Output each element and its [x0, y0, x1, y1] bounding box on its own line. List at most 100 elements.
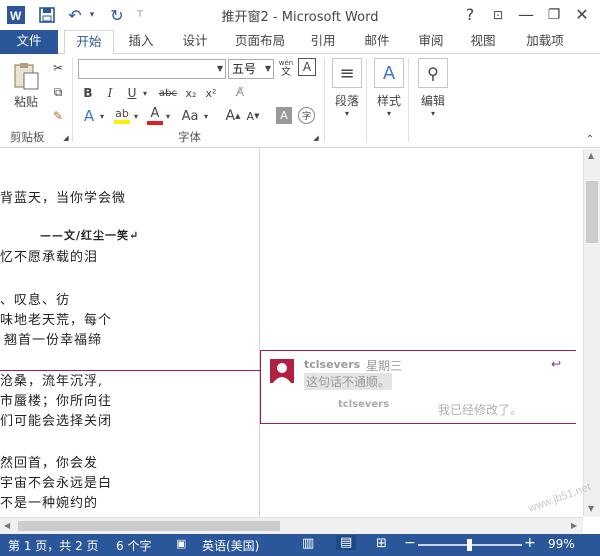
reply-text[interactable]: 我已经修改了。 [438, 401, 522, 418]
tab-addins[interactable]: 加载项 [516, 30, 574, 54]
doc-line: 市蜃楼；你所向往 [0, 394, 113, 409]
paragraph-dropdown-icon: ▾ [344, 109, 349, 118]
horizontal-scrollbar[interactable]: ◀ ▶ [0, 517, 583, 534]
clipboard-group-label: 剪贴板 [10, 130, 45, 144]
format-painter-icon[interactable]: ✎ [48, 106, 68, 126]
paste-button[interactable]: 粘贴 [8, 60, 44, 110]
highlight-dropdown-icon[interactable]: ▾ [132, 106, 140, 126]
comment-text[interactable]: 这句话不通顺。 [304, 373, 393, 390]
comment-day: 星期三 [366, 359, 403, 373]
font-color-dropdown-icon[interactable]: ▾ [164, 106, 172, 126]
doc-line: ——文/红尘一笑↵ [40, 229, 140, 242]
shrink-font-button[interactable]: A ▼ [244, 106, 262, 126]
change-case-button[interactable]: Aa [178, 106, 202, 126]
font-group-label: 字体 [178, 130, 201, 144]
proofing-icon[interactable]: ▣ [176, 537, 186, 550]
change-case-dropdown-icon[interactable]: ▾ [202, 106, 210, 126]
help-button[interactable]: ? [456, 4, 484, 26]
zoom-out-button[interactable]: − [404, 535, 416, 551]
editing-button[interactable]: ⚲ 编辑 ▾ [414, 58, 452, 118]
tab-references[interactable]: 引用 [302, 30, 344, 54]
zoom-slider-thumb[interactable] [467, 539, 472, 551]
comment-author: tclsevers [304, 358, 361, 371]
styles-button[interactable]: A 样式 ▾ [370, 58, 408, 118]
copy-icon[interactable]: ⧉ [48, 82, 68, 102]
styles-dropdown-icon: ▾ [386, 109, 391, 118]
doc-line: 不是一种婉约的 [0, 496, 99, 511]
font-launcher-icon[interactable]: ◢ [312, 134, 320, 142]
paragraph-icon: ≡ [332, 58, 362, 88]
web-layout-icon[interactable]: ⊞ [376, 536, 387, 551]
document-area[interactable]: 背蓝天，当你学会微 ——文/红尘一笑↵ 忆不愿承载的泪 、叹息、彷 味地老天荒，… [0, 149, 583, 517]
doc-line: 翘首一份幸福缔 [4, 333, 103, 348]
tab-design[interactable]: 设计 [174, 30, 216, 54]
char-border-icon[interactable]: A [298, 58, 316, 76]
horizontal-scroll-thumb[interactable] [18, 521, 280, 531]
restore-button[interactable]: ❐ [540, 4, 568, 26]
paste-label: 粘贴 [13, 94, 38, 109]
char-shading-icon[interactable]: A [276, 107, 292, 124]
text-effects-dropdown-icon[interactable]: ▾ [98, 106, 106, 126]
vertical-scroll-thumb[interactable] [586, 181, 598, 243]
divider [72, 58, 73, 142]
doc-line: 背蓝天，当你学会微 [0, 191, 127, 206]
collapse-ribbon-icon[interactable]: ⌃ [584, 134, 596, 145]
underline-button[interactable]: U [124, 84, 140, 102]
editing-dropdown-icon: ▾ [430, 109, 435, 118]
subscript-button[interactable]: x₂ [182, 84, 200, 102]
tab-review[interactable]: 审阅 [410, 30, 452, 54]
doc-line: 忆不愿承载的泪 [0, 250, 99, 265]
phonetic-guide-icon[interactable]: wén 文 [276, 58, 296, 78]
bold-button[interactable]: B [80, 84, 96, 102]
enclose-chars-icon[interactable]: 字 [298, 107, 315, 124]
divider [408, 58, 409, 142]
divider [366, 58, 367, 142]
close-button[interactable]: ✕ [568, 4, 596, 26]
comment-connector-line [0, 370, 260, 371]
scroll-up-icon[interactable]: ▲ [588, 151, 594, 160]
doc-line: 、叹息、彷 [0, 293, 71, 308]
highlight-color-icon[interactable]: ab [112, 104, 132, 126]
scroll-right-icon[interactable]: ▶ [571, 521, 577, 530]
doc-line: 然回首，你会发 [0, 456, 99, 471]
styles-icon: A [374, 58, 404, 88]
text-effects-icon[interactable]: A [80, 106, 98, 126]
page-count[interactable]: 第 1 页，共 2 页 [8, 537, 99, 554]
tab-insert[interactable]: 插入 [120, 30, 162, 54]
strikethrough-button[interactable]: abc [156, 84, 180, 102]
vertical-scrollbar[interactable]: ▲ ▼ [583, 149, 600, 517]
grow-font-button[interactable]: A ▲ [224, 106, 242, 126]
tab-view[interactable]: 视图 [462, 30, 504, 54]
language[interactable]: 英语(美国) [202, 537, 259, 554]
zoom-in-button[interactable]: + [524, 535, 536, 551]
tab-page-layout[interactable]: 页面布局 [228, 30, 292, 54]
clear-formatting-icon[interactable]: A̸ [230, 82, 250, 102]
tab-home[interactable]: 开始 [64, 30, 114, 55]
cut-icon[interactable]: ✂ [48, 58, 68, 78]
print-layout-icon[interactable]: ▤ [336, 535, 357, 550]
scroll-down-icon[interactable]: ▼ [588, 504, 594, 513]
word-count[interactable]: 6 个字 [116, 537, 151, 554]
font-name-combo[interactable]: ▼ [78, 59, 226, 79]
reply-comment-icon[interactable]: ↩ [551, 357, 567, 371]
ribbon-display-options-icon[interactable]: ⊡ [484, 4, 512, 26]
underline-dropdown-icon[interactable]: ▾ [140, 84, 150, 102]
paragraph-label: 段落 [334, 94, 359, 108]
zoom-level[interactable]: 99% [548, 537, 575, 551]
superscript-button[interactable]: x² [202, 84, 220, 102]
italic-button[interactable]: I [102, 84, 118, 102]
minimize-button[interactable]: — [512, 4, 540, 26]
font-size-combo[interactable]: 五号 ▼ [228, 59, 274, 79]
paragraph-button[interactable]: ≡ 段落 ▾ [328, 58, 366, 118]
scroll-left-icon[interactable]: ◀ [4, 521, 10, 530]
tab-file[interactable]: 文件 [0, 30, 58, 54]
doc-line: 味地老天荒，每个 [0, 313, 113, 328]
clipboard-launcher-icon[interactable]: ◢ [62, 134, 70, 142]
font-color-icon[interactable]: A [146, 104, 164, 126]
divider [324, 58, 325, 142]
status-bar: 第 1 页，共 2 页 6 个字 ▣ 英语(美国) ▥ ▤ ⊞ − + 99% [0, 534, 600, 556]
ribbon-tabs: 文件 开始 插入 设计 页面布局 引用 邮件 审阅 视图 加载项 [0, 30, 600, 55]
doc-line: 们可能会选择关闭 [0, 414, 113, 429]
tab-mailings[interactable]: 邮件 [356, 30, 398, 54]
read-mode-icon[interactable]: ▥ [302, 536, 314, 551]
